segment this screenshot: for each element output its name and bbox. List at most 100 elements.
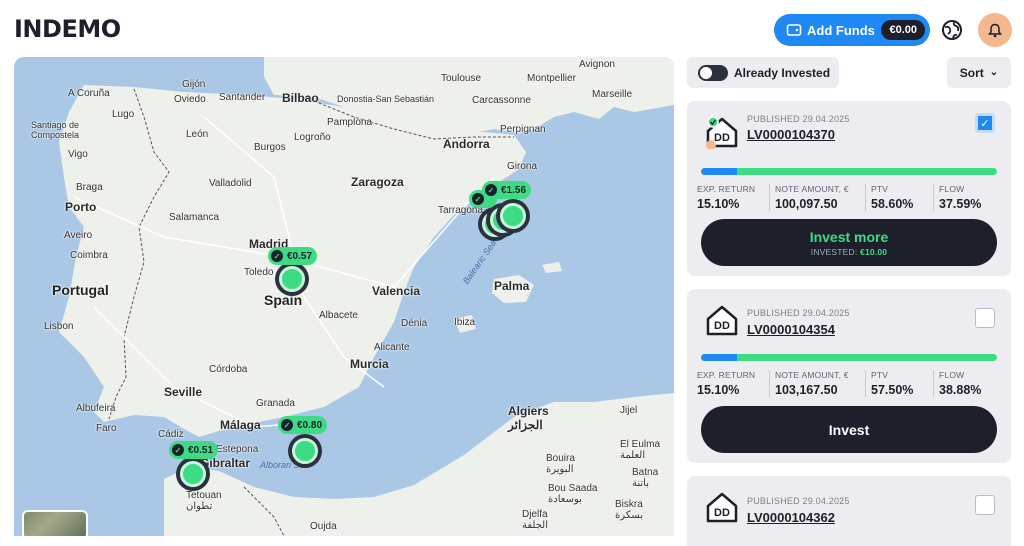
svg-text:DD: DD [714, 320, 730, 332]
loan-stats: EXP. RETURN 15.10% NOTE AMOUNT, € 100,097.… [697, 184, 997, 211]
invested-amount: INVESTED: €10.00 [811, 247, 887, 257]
map-label: Porto [65, 200, 97, 214]
pin-value: €1.56 [501, 184, 527, 196]
published-date: PUBLISHED 29.04.2025 [747, 308, 850, 318]
stat-note-amount: NOTE AMOUNT, € 100,097.50 [769, 184, 865, 211]
check-icon: ✓ [271, 250, 283, 262]
map-label: Bilbao [282, 91, 319, 105]
loan-id-link[interactable]: LV0000104370 [747, 127, 835, 142]
map-label: Toulouse [441, 73, 482, 84]
invest-more-label: Invest more [809, 228, 889, 245]
stat-label: EXP. RETURN [697, 184, 756, 194]
invest-button[interactable]: Invest [701, 406, 997, 453]
stat-value: 100,097.50 [775, 197, 838, 211]
stat-ptv: PTV 57.50% [865, 370, 933, 397]
map-label: Zaragoza [351, 175, 404, 189]
pin-value: €0.80 [297, 419, 323, 431]
price-pin[interactable]: ✓ €1.56 [482, 181, 532, 199]
map-label: Marseille [592, 89, 633, 100]
stat-label: PTV [871, 370, 889, 380]
svg-text:DD: DD [714, 507, 730, 519]
map-label: Seville [164, 385, 203, 399]
map-label: León [186, 129, 209, 140]
map-label: Córdoba [209, 364, 248, 375]
property-marker[interactable] [288, 434, 322, 468]
brand-logo[interactable]: INDEMO [14, 15, 121, 43]
map-label: Salamanca [169, 212, 220, 223]
sort-button[interactable]: Sort ⌄ [947, 57, 1011, 88]
loan-stats: EXP. RETURN 15.10% NOTE AMOUNT, € 103,167.… [697, 370, 997, 397]
map-label: Coimbra [70, 250, 108, 261]
select-checkbox[interactable] [975, 495, 995, 515]
invest-more-button[interactable]: Invest more INVESTED: €10.00 [701, 219, 997, 266]
property-logo-icon: DD [706, 305, 738, 336]
map-label: Braga [76, 182, 103, 193]
map-label: Málaga [220, 418, 261, 432]
map-label: Dénia [401, 318, 428, 329]
stat-exp-return: EXP. RETURN 15.10% [697, 370, 769, 397]
pin-value: €0.51 [188, 444, 214, 456]
property-marker[interactable] [275, 262, 309, 296]
already-invested-toggle[interactable]: Already Invested [687, 57, 839, 88]
map-label: Ibiza [454, 317, 476, 328]
stat-value: 103,167.50 [775, 383, 838, 397]
invested-label: INVESTED: [810, 246, 858, 257]
price-pin[interactable]: ✓ €0.57 [268, 247, 318, 265]
map-label: Vigo [68, 149, 88, 160]
property-map[interactable]: Toulouse Montpellier Marseille Avignon C… [14, 57, 674, 536]
map-label: Murcia [350, 357, 389, 371]
loan-card[interactable]: DD PUBLISHED 29.04.2025 LV0000104370 ✓ E… [687, 101, 1011, 276]
invest-label: Invest [828, 421, 870, 438]
stat-label: NOTE AMOUNT, € [775, 370, 849, 380]
map-label: Santiago de Compostela [31, 120, 80, 140]
stat-ptv: PTV 58.60% [865, 184, 933, 211]
select-checkbox[interactable] [975, 308, 995, 328]
stat-value: 38.88% [939, 383, 982, 397]
map-label: Oviedo [174, 94, 206, 105]
map-label: Estepona [216, 444, 259, 455]
property-logo-icon: DD [706, 116, 738, 149]
map-label: Palma [494, 279, 530, 293]
wallet-icon [786, 24, 802, 36]
map-label: Carcassonne [472, 95, 531, 106]
chevron-down-icon: ⌄ [989, 67, 999, 78]
map-label: Biskra بسكرة [615, 499, 643, 521]
map-label: Lisbon [44, 321, 74, 332]
globe-icon[interactable] [941, 19, 963, 41]
map-label: Alicante [374, 342, 410, 353]
map-label: Portugal [52, 282, 109, 298]
map-label: Batna باتنة [632, 467, 659, 489]
check-icon: ✓ [281, 419, 293, 431]
notifications-avatar[interactable] [978, 13, 1012, 47]
loan-card[interactable]: DD PUBLISHED 29.04.2025 LV0000104354 EXP… [687, 289, 1011, 463]
map-label: Santander [219, 92, 266, 103]
map-label: Montpellier [527, 73, 576, 84]
property-marker[interactable] [496, 199, 530, 233]
stat-value: 57.50% [871, 383, 914, 397]
loan-id-link[interactable]: LV0000104354 [747, 322, 835, 337]
map-label: Djelfa الجلفة [522, 509, 549, 531]
map-label: Aveiro [64, 230, 93, 241]
price-pin[interactable]: ✓ €0.80 [278, 416, 328, 434]
map-label: Girona [507, 161, 538, 172]
filter-bar: Already Invested Sort ⌄ [687, 57, 1011, 89]
svg-text:DD: DD [714, 132, 730, 144]
select-checkbox[interactable]: ✓ [975, 113, 995, 133]
toggle-switch[interactable] [698, 64, 728, 81]
map-label: Albacete [319, 310, 358, 321]
price-pin[interactable]: ✓ €0.51 [169, 441, 219, 459]
stat-note-amount: NOTE AMOUNT, € 103,167.50 [769, 370, 865, 397]
loan-id-link[interactable]: LV0000104362 [747, 510, 835, 525]
map-label: Lugo [112, 109, 135, 120]
map-label: Bou Saada بوسعادة [548, 483, 598, 505]
satellite-toggle[interactable] [22, 510, 88, 536]
add-funds-button[interactable]: Add Funds €0.00 [774, 14, 930, 46]
property-marker[interactable] [176, 457, 210, 491]
map-label: Oujda [310, 521, 337, 532]
map-label: Jijel [620, 405, 638, 416]
published-date: PUBLISHED 29.04.2025 [747, 496, 850, 506]
map-label: Albufeira [76, 403, 116, 414]
invested-value: €10.00 [860, 246, 888, 257]
stat-label: EXP. RETURN [697, 370, 756, 380]
map-label: Valencia [372, 284, 421, 298]
